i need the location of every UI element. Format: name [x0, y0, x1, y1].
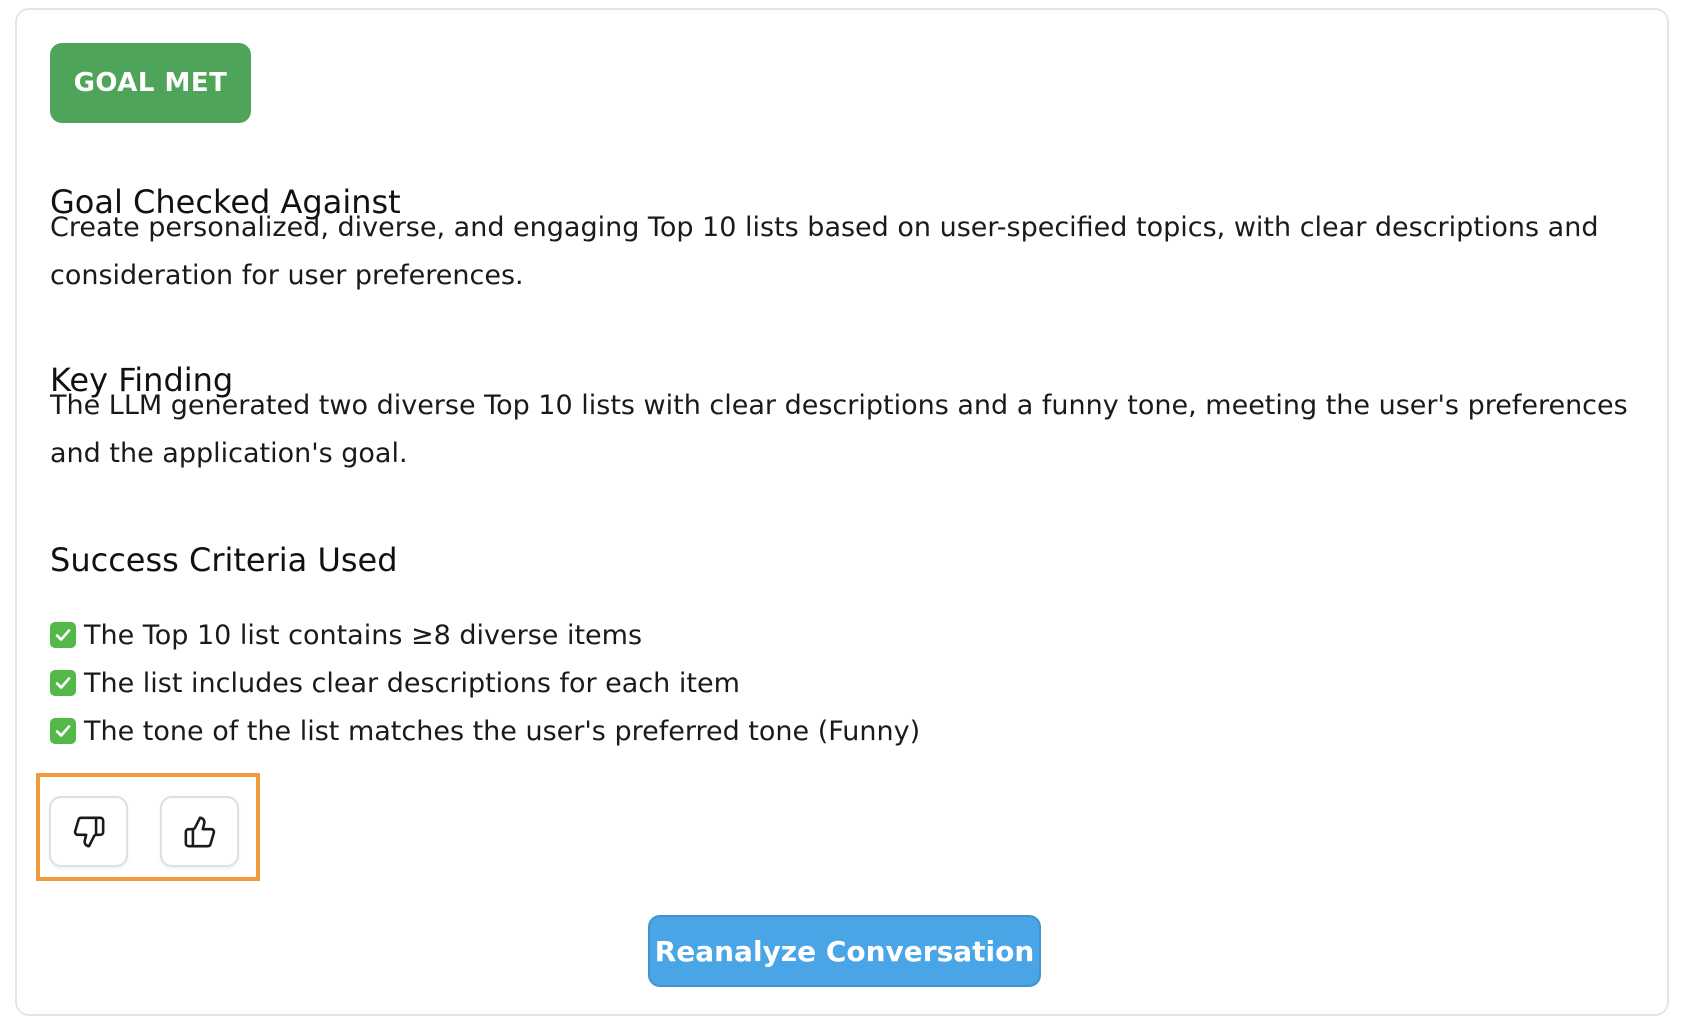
check-mark-icon: [50, 718, 76, 744]
goal-met-badge: GOAL MET: [50, 43, 251, 123]
criteria-text: The Top 10 list contains ≥8 diverse item…: [84, 619, 643, 651]
criteria-text: The list includes clear descriptions for…: [84, 667, 740, 699]
goal-description: Create personalized, diverse, and engagi…: [50, 212, 1599, 291]
criteria-item: The list includes clear descriptions for…: [50, 659, 920, 707]
success-criteria-list: The Top 10 list contains ≥8 diverse item…: [50, 611, 920, 755]
key-finding-description: The LLM generated two diverse Top 10 lis…: [50, 390, 1628, 469]
thumbs-down-icon: [73, 816, 104, 847]
check-mark-icon: [50, 622, 76, 648]
reanalyze-conversation-button[interactable]: Reanalyze Conversation: [648, 915, 1041, 987]
thumbs-up-icon: [184, 816, 215, 847]
criteria-text: The tone of the list matches the user's …: [84, 715, 921, 747]
thumbs-up-button[interactable]: [160, 796, 239, 867]
thumbs-down-button[interactable]: [49, 796, 128, 867]
criteria-item: The Top 10 list contains ≥8 diverse item…: [50, 611, 920, 659]
check-mark-icon: [50, 670, 76, 696]
success-criteria-title: Success Criteria Used: [50, 541, 398, 579]
goal-analysis-card: GOAL MET Goal Checked Against Create per…: [15, 8, 1669, 1016]
criteria-item: The tone of the list matches the user's …: [50, 707, 920, 755]
